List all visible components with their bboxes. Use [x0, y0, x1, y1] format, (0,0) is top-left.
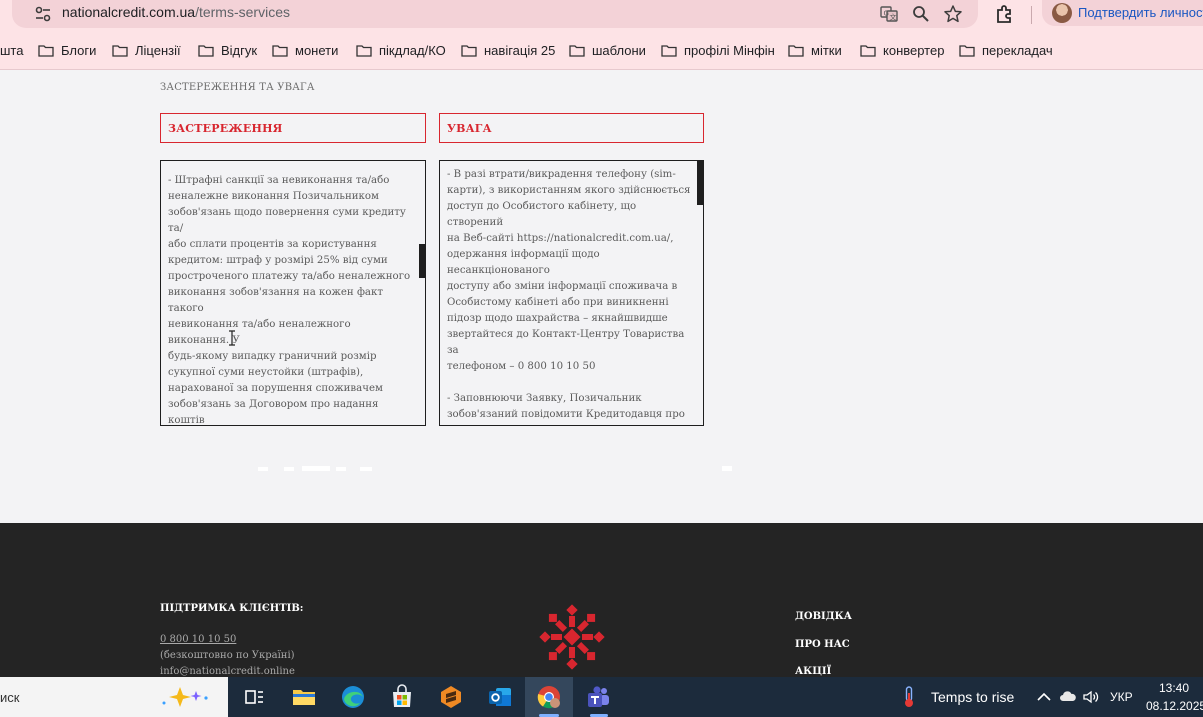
profile-button[interactable]: Подтвердить личность [1042, 0, 1203, 26]
file-explorer-icon[interactable] [290, 683, 318, 711]
bookmark-label: Блоги [61, 42, 97, 58]
attention-textbox[interactable]: - В разі втрати/викрадення телефону (sim… [439, 160, 704, 426]
sublime-text-icon[interactable] [437, 683, 465, 711]
zoom-icon[interactable] [911, 4, 931, 24]
site-footer: ПІДТРИМКА КЛІЄНТІВ: 0 800 10 10 50 (безк… [0, 523, 1203, 677]
folder-icon [272, 44, 288, 57]
bookmark-label: Ліцензії [135, 42, 181, 58]
bookmark-label: монети [295, 42, 339, 58]
onedrive-icon[interactable] [1059, 688, 1077, 706]
support-heading: ПІДТРИМКА КЛІЄНТІВ: [160, 603, 304, 614]
section-title: ЗАСТЕРЕЖЕННЯ ТА УВАГА [160, 82, 315, 93]
folder-icon [198, 44, 214, 57]
url-path: /terms-services [195, 4, 290, 20]
bookmark-folder[interactable]: навігація 25 [461, 41, 555, 59]
thermometer-icon[interactable] [902, 686, 916, 708]
outlook-icon[interactable] [486, 683, 514, 711]
microsoft-store-icon[interactable] [388, 683, 416, 711]
url-text[interactable]: nationalcredit.com.ua/terms-services [62, 4, 290, 20]
bookmark-label: мітки [811, 42, 842, 58]
bookmark-item[interactable]: шта [0, 41, 23, 59]
decorative-glints [258, 466, 732, 471]
bookmark-label: навігація 25 [484, 42, 556, 58]
input-language[interactable]: УКР [1110, 690, 1133, 704]
scrollbar-thumb[interactable] [419, 244, 425, 278]
support-email-link[interactable]: info@nationalcredit.online [160, 666, 295, 677]
windows-taskbar: иск Temps to rise УКР 13:40 08.12.2025 [0, 677, 1203, 717]
bookmark-folder[interactable]: Блоги [38, 41, 96, 59]
avatar [1052, 3, 1072, 23]
phone-note: (безкоштовно по Україні) [160, 650, 295, 661]
tab-attention[interactable]: УВАГА [439, 113, 704, 143]
bookmarks-bar: шта Блоги Ліцензії Відгук монети пікдлад… [0, 30, 1203, 70]
site-settings-icon[interactable] [34, 5, 52, 23]
folder-icon [461, 44, 477, 57]
support-phone-link[interactable]: 0 800 10 10 50 [160, 634, 236, 645]
folder-icon [959, 44, 975, 57]
folder-icon [788, 44, 804, 57]
bookmark-folder[interactable]: конвертер [860, 41, 944, 59]
volume-icon[interactable] [1082, 688, 1100, 706]
bookmark-star-icon[interactable] [943, 4, 963, 24]
bookmark-folder[interactable]: профілі Мінфін [661, 41, 775, 59]
clock-date[interactable]: 08.12.2025 [1146, 699, 1203, 713]
folder-icon [661, 44, 677, 57]
translate-icon[interactable]: G 文 [879, 4, 899, 24]
bookmark-folder[interactable]: перекладач [959, 41, 1053, 59]
search-text: иск [0, 690, 20, 705]
bookmark-label: профілі Мінфін [684, 42, 775, 58]
footer-link-about[interactable]: ПРО НАС [795, 639, 850, 650]
bookmark-folder[interactable]: мітки [788, 41, 842, 59]
teams-icon[interactable] [584, 683, 612, 711]
disclaimer-text: - Штрафні санкції за невиконання та/або … [168, 175, 411, 426]
sparkle-icon [162, 687, 208, 707]
task-view-icon[interactable] [240, 683, 268, 711]
tab-disclaimers[interactable]: ЗАСТЕРЕЖЕННЯ [160, 113, 426, 143]
edge-browser-icon[interactable] [339, 683, 367, 711]
folder-icon [38, 44, 54, 57]
toolbar-divider [1031, 6, 1032, 24]
tab-label: УВАГА [447, 122, 492, 135]
bookmark-label: перекладач [982, 42, 1053, 58]
profile-label: Подтвердить личность [1078, 5, 1203, 20]
extensions-icon[interactable] [994, 3, 1016, 25]
bookmark-folder[interactable]: Ліцензії [112, 41, 181, 59]
disclaimer-textbox[interactable]: - Штрафні санкції за невиконання та/або … [160, 160, 426, 426]
folder-icon [569, 44, 585, 57]
folder-icon [860, 44, 876, 57]
attention-text: - В разі втрати/викрадення телефону (sim… [447, 169, 691, 420]
bookmark-folder[interactable]: Відгук [198, 41, 257, 59]
company-logo-icon[interactable] [538, 603, 606, 671]
footer-link-promos[interactable]: АКЦІЇ [795, 666, 831, 677]
chevron-up-icon[interactable] [1035, 688, 1053, 706]
folder-icon [356, 44, 372, 57]
svg-text:文: 文 [890, 13, 897, 22]
clock-time[interactable]: 13:40 [1159, 681, 1189, 695]
tab-label: ЗАСТЕРЕЖЕННЯ [168, 122, 283, 135]
svg-text:G: G [884, 10, 889, 18]
weather-text[interactable]: Temps to rise [931, 689, 1014, 705]
chrome-icon[interactable] [535, 683, 563, 711]
bookmark-label: пікдлад/КО [379, 42, 446, 58]
url-host: nationalcredit.com.ua [62, 4, 196, 20]
bookmark-label: Відгук [221, 42, 258, 58]
bookmark-folder[interactable]: пікдлад/КО [356, 41, 446, 59]
scrollbar-thumb[interactable] [697, 161, 703, 205]
bookmark-folder[interactable]: монети [272, 41, 338, 59]
footer-link-help[interactable]: ДОВІДКА [795, 611, 852, 622]
bookmark-folder[interactable]: шаблони [569, 41, 646, 59]
bookmark-label: шаблони [592, 42, 646, 58]
folder-icon [112, 44, 128, 57]
text-cursor-icon [229, 330, 235, 346]
bookmark-label: шта [0, 42, 24, 58]
bookmark-label: конвертер [883, 42, 945, 58]
address-bar[interactable]: nationalcredit.com.ua/terms-services G 文 [12, 0, 978, 28]
browser-toolbar: nationalcredit.com.ua/terms-services G 文… [0, 0, 1203, 30]
taskbar-search-box[interactable]: иск [0, 677, 228, 717]
